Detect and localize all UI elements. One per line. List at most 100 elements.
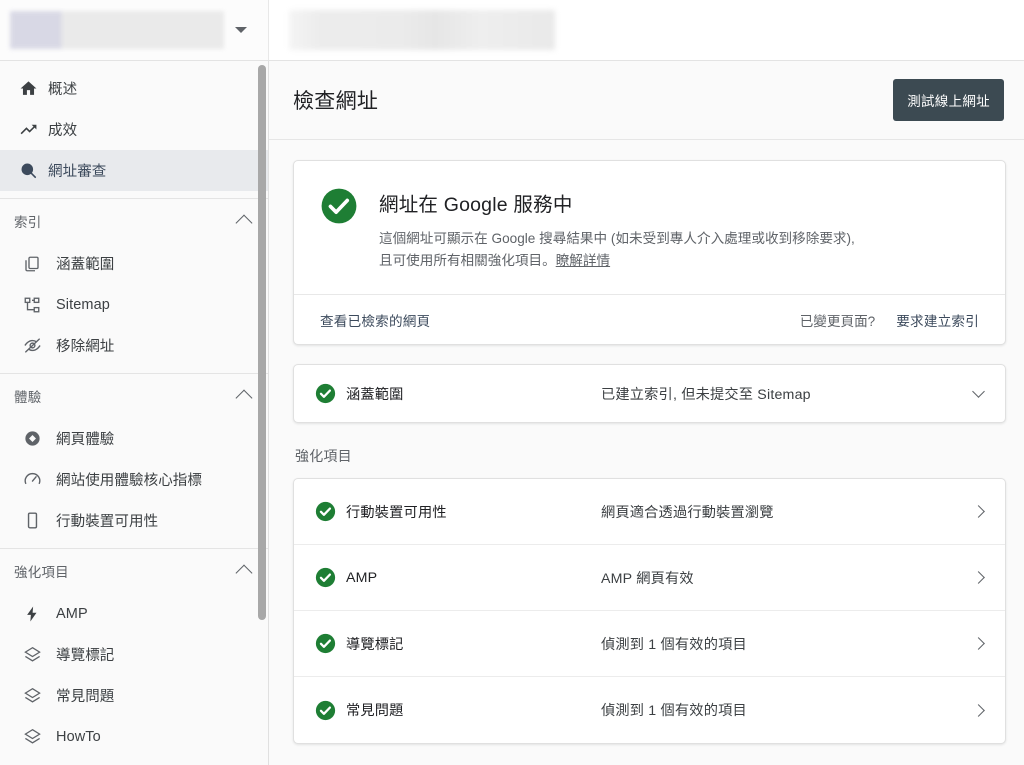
check-circle-icon: [315, 501, 346, 522]
enhancement-row-mobile-usability[interactable]: 行動裝置可用性 網頁適合透過行動裝置瀏覽: [294, 479, 1005, 546]
url-status-text: 網址在 Google 服務中 這個網址可顯示在 Google 搜尋結果中 (如未…: [379, 187, 855, 272]
chevron-up-icon: [235, 214, 253, 232]
trending-up-icon: [8, 120, 48, 139]
enhancement-row-breadcrumbs[interactable]: 導覽標記 偵測到 1 個有效的項目: [294, 611, 1005, 678]
sidebar-item-amp[interactable]: AMP: [0, 593, 268, 634]
pages-icon: [8, 255, 56, 273]
main-panel: 檢查網址 測試線上網址 網址在 Google 服務中 這個網址可顯示在 Goog…: [269, 61, 1024, 765]
layers-icon: [8, 686, 56, 705]
property-selector[interactable]: [0, 0, 269, 60]
sidebar-item-core-web-vitals[interactable]: 網站使用體驗核心指標: [0, 459, 268, 500]
sidebar-group-title: 強化項目: [14, 565, 69, 580]
layers-icon: [8, 727, 56, 746]
property-dropdown-button[interactable]: [224, 27, 258, 33]
sidebar-scrollbar[interactable]: [258, 65, 266, 761]
layers-icon: [8, 645, 56, 664]
learn-more-link[interactable]: 瞭解詳情: [556, 253, 610, 268]
view-crawled-page-button[interactable]: 查看已檢索的網頁: [320, 310, 430, 330]
sidebar-item-url-inspection[interactable]: 網址審查: [0, 150, 268, 191]
check-circle-icon: [315, 567, 346, 588]
chevron-up-icon: [235, 564, 253, 582]
sidebar-group-enhancements-header[interactable]: 強化項目: [0, 549, 268, 593]
check-circle-icon: [320, 187, 358, 272]
sidebar: 概述 成效 網址審查 索引 涵蓋範圍 Sitemap 移除網址 體驗 網頁體驗 …: [0, 61, 269, 765]
search-input-redacted[interactable]: [289, 10, 555, 50]
check-circle-icon: [315, 700, 346, 721]
sidebar-item-label: 常見問題: [56, 689, 115, 705]
enhancement-label: AMP: [346, 569, 378, 586]
sidebar-group-title: 體驗: [14, 390, 42, 405]
home-icon: [8, 79, 48, 98]
enhancement-row-faq[interactable]: 常見問題 偵測到 1 個有效的項目: [294, 677, 1005, 743]
page-experience-icon: [8, 429, 56, 448]
main-header: 檢查網址 測試線上網址: [269, 61, 1024, 140]
page-changed-question: 已變更頁面?: [799, 313, 876, 329]
check-circle-icon: [315, 383, 346, 404]
sidebar-item-page-experience[interactable]: 網頁體驗: [0, 418, 268, 459]
sidebar-item-breadcrumbs[interactable]: 導覽標記: [0, 634, 268, 675]
sidebar-item-label: HowTo: [56, 728, 101, 745]
sidebar-item-label: 涵蓋範圍: [56, 257, 115, 273]
sidebar-item-howto[interactable]: HowTo: [0, 716, 268, 757]
chevron-right-icon[interactable]: [972, 571, 985, 584]
sidebar-item-label: AMP: [56, 605, 88, 622]
enhancement-value: AMP 網頁有效: [601, 570, 694, 587]
url-status-title: 網址在 Google 服務中: [379, 194, 573, 216]
test-live-url-button[interactable]: 測試線上網址: [893, 79, 1004, 121]
description-line-1: 這個網址可顯示在 Google 搜尋結果中 (如未受到專人介入處理或收到移除要求…: [379, 231, 855, 246]
enhancements-section-label: 強化項目: [295, 448, 352, 465]
coverage-value: 已建立索引, 但未提交至 Sitemap: [601, 386, 811, 403]
description-line-2: 且可使用所有相關強化項目。: [379, 253, 556, 269]
request-indexing-button[interactable]: 要求建立索引: [896, 310, 979, 330]
chevron-right-icon[interactable]: [972, 637, 985, 650]
sidebar-scroll-area: 概述 成效 網址審查 索引 涵蓋範圍 Sitemap 移除網址 體驗 網頁體驗 …: [0, 61, 268, 765]
sidebar-item-performance[interactable]: 成效: [0, 109, 268, 150]
sidebar-item-label: 行動裝置可用性: [56, 514, 159, 530]
coverage-row[interactable]: 涵蓋範圍 已建立索引, 但未提交至 Sitemap: [293, 364, 1006, 424]
eye-off-icon: [8, 336, 56, 355]
sidebar-group-title: 索引: [14, 215, 42, 230]
sidebar-item-label: 導覽標記: [56, 648, 115, 664]
sidebar-item-coverage[interactable]: 涵蓋範圍: [0, 243, 268, 284]
url-status-card: 網址在 Google 服務中 這個網址可顯示在 Google 搜尋結果中 (如未…: [293, 160, 1006, 346]
enhancement-label: 常見問題: [346, 703, 404, 720]
url-status-summary: 網址在 Google 服務中 這個網址可顯示在 Google 搜尋結果中 (如未…: [294, 161, 1005, 294]
enhancement-row-amp[interactable]: AMP AMP 網頁有效: [294, 545, 1005, 612]
chevron-right-icon[interactable]: [972, 505, 985, 518]
chevron-down-icon: [235, 27, 247, 33]
sidebar-item-removals[interactable]: 移除網址: [0, 325, 268, 366]
top-bar-search-area: [269, 0, 1024, 60]
mobile-icon: [8, 511, 56, 530]
sidebar-scrollbar-thumb[interactable]: [258, 65, 266, 620]
sidebar-item-label: 網站使用體驗核心指標: [56, 473, 202, 489]
property-name-redacted: [10, 11, 224, 49]
enhancement-value: 偵測到 1 個有效的項目: [601, 636, 747, 653]
sidebar-group-index-header[interactable]: 索引: [0, 199, 268, 243]
sidebar-item-mobile-usability[interactable]: 行動裝置可用性: [0, 500, 268, 541]
sitemap-icon: [8, 296, 56, 314]
sidebar-item-label: 網址審查: [48, 164, 107, 180]
app-root: 概述 成效 網址審查 索引 涵蓋範圍 Sitemap 移除網址 體驗 網頁體驗 …: [0, 0, 1024, 765]
sidebar-item-overview[interactable]: 概述: [0, 68, 268, 109]
sidebar-item-sitemap[interactable]: Sitemap: [0, 284, 268, 325]
main-content: 網址在 Google 服務中 這個網址可顯示在 Google 搜尋結果中 (如未…: [269, 140, 1024, 765]
chevron-down-icon[interactable]: [972, 384, 985, 398]
bolt-icon: [8, 605, 56, 623]
sidebar-item-label: Sitemap: [56, 296, 110, 313]
url-status-description: 這個網址可顯示在 Google 搜尋結果中 (如未受到專人介入處理或收到移除要求…: [379, 228, 855, 272]
coverage-label: 涵蓋範圍: [346, 386, 404, 403]
sidebar-group-experience-header[interactable]: 體驗: [0, 374, 268, 418]
sidebar-item-faq[interactable]: 常見問題: [0, 675, 268, 716]
enhancement-value: 網頁適合透過行動裝置瀏覽: [601, 504, 774, 521]
url-status-actions: 查看已檢索的網頁 已變更頁面? 要求建立索引: [294, 294, 1005, 344]
enhancement-label: 行動裝置可用性: [346, 504, 447, 521]
enhancement-value: 偵測到 1 個有效的項目: [601, 703, 747, 720]
page-title: 檢查網址: [293, 90, 379, 113]
chevron-right-icon[interactable]: [972, 703, 985, 717]
reindex-actions: 已變更頁面? 要求建立索引: [800, 310, 979, 330]
enhancement-label: 導覽標記: [346, 636, 404, 653]
search-icon: [8, 161, 48, 180]
speedometer-icon: [8, 470, 56, 489]
enhancements-list: 行動裝置可用性 網頁適合透過行動裝置瀏覽 AMP AMP 網頁有效 導覽標記 偵…: [293, 478, 1006, 745]
sidebar-item-label: 成效: [48, 123, 78, 139]
